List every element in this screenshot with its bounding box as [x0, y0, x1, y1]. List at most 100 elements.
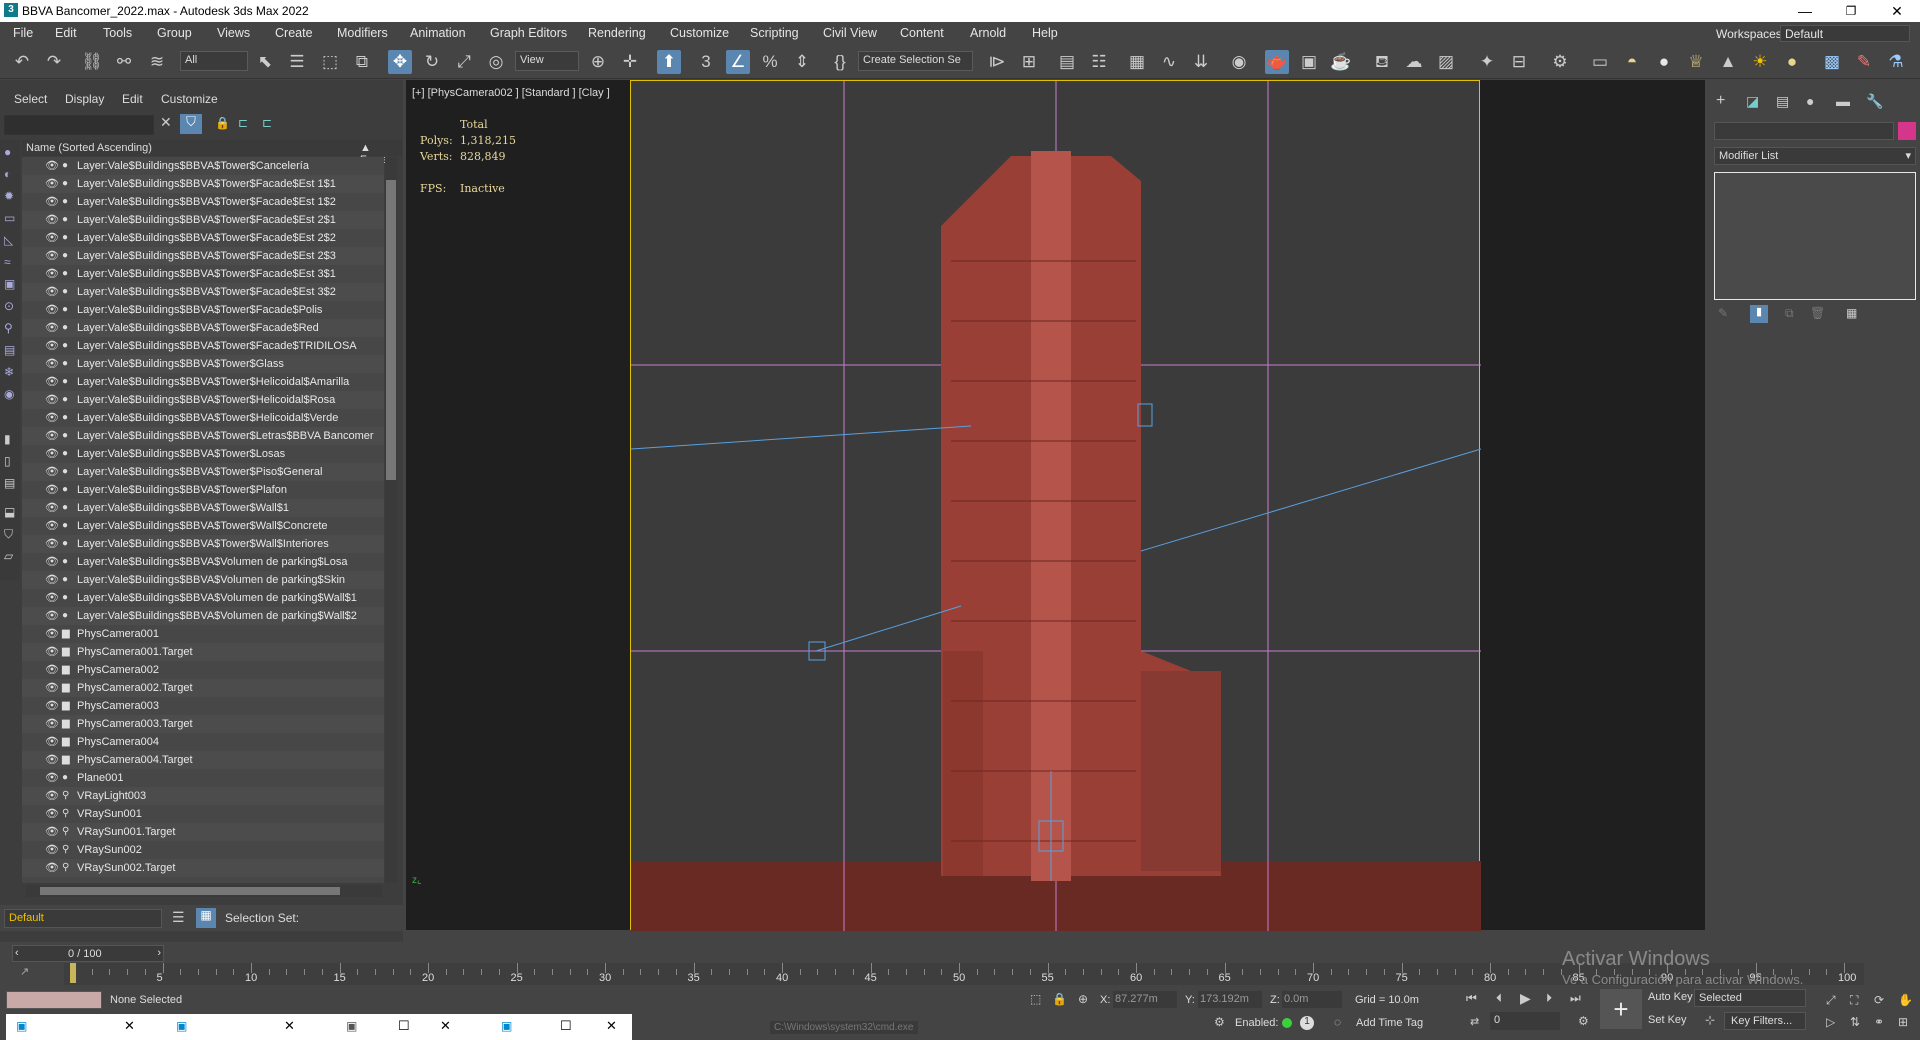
filter-bones-icon[interactable]: ⚲: [4, 321, 13, 335]
set-keys-icon[interactable]: +: [1600, 989, 1642, 1029]
visibility-eye-icon[interactable]: 👁: [45, 393, 59, 406]
list-item[interactable]: 👁 ● Layer:Vale$Buildings$BBVA$Tower$Helico…: [22, 391, 384, 409]
list-item[interactable]: 👁 ● Layer:Vale$Buildings$BBVA$Tower$Losas: [22, 445, 384, 463]
list-item[interactable]: 👁 ● Layer:Vale$Buildings$BBVA$Tower$Cancel…: [22, 157, 384, 175]
visibility-eye-icon[interactable]: 👁: [45, 501, 59, 514]
spinner-snap-icon[interactable]: ⇕: [790, 50, 814, 74]
menu-rendering[interactable]: Rendering: [588, 26, 646, 40]
unlink-icon[interactable]: ⚯: [112, 50, 136, 74]
visibility-eye-icon[interactable]: 👁: [45, 357, 59, 370]
visibility-eye-icon[interactable]: 👁: [45, 447, 59, 460]
select-rotate-icon[interactable]: ↻: [420, 50, 444, 74]
select-by-name-icon[interactable]: ☰: [285, 50, 309, 74]
auto-key-button[interactable]: Auto Key: [1648, 991, 1693, 1003]
set-key-button[interactable]: Set Key: [1648, 1014, 1687, 1026]
key-filter-icon[interactable]: ⊹: [1705, 1013, 1715, 1027]
visibility-eye-icon[interactable]: 👁: [45, 303, 59, 316]
list-item[interactable]: 👁 ● Layer:Vale$Buildings$BBVA$Tower$Facade…: [22, 229, 384, 247]
clear-search-icon[interactable]: ✕: [160, 114, 172, 131]
list-item[interactable]: 👁 ● Layer:Vale$Buildings$BBVA$Tower$Facade…: [22, 175, 384, 193]
x-coord-field[interactable]: 87.277m: [1113, 991, 1177, 1008]
list-item[interactable]: 👁 ● Layer:Vale$Buildings$BBVA$Tower$Facade…: [22, 193, 384, 211]
visibility-eye-icon[interactable]: 👁: [45, 645, 59, 658]
list-item[interactable]: 👁 ● Layer:Vale$Buildings$BBVA$Tower$Facade…: [22, 265, 384, 283]
menu-graph-editors[interactable]: Graph Editors: [490, 26, 567, 40]
visibility-eye-icon[interactable]: 👁: [45, 213, 59, 226]
visibility-eye-icon[interactable]: 👁: [45, 411, 59, 424]
visibility-eye-icon[interactable]: 👁: [45, 609, 59, 622]
key-filters-button[interactable]: Key Filters...: [1724, 1012, 1806, 1030]
time-tag-number[interactable]: 1: [1300, 1016, 1314, 1030]
link-icon[interactable]: ⛓: [80, 50, 104, 74]
tab-edit[interactable]: Edit: [122, 92, 143, 106]
maxscript-listener[interactable]: [6, 991, 102, 1009]
dolly-icon[interactable]: ⇅: [1850, 1015, 1860, 1029]
visibility-eye-icon[interactable]: 👁: [45, 339, 59, 352]
time-configuration-icon[interactable]: ⚙: [1578, 1014, 1589, 1028]
show-end-result-icon[interactable]: ▮: [1750, 305, 1768, 323]
vray-sphere-icon[interactable]: ●: [1652, 50, 1676, 74]
list-item[interactable]: 👁 ▆ PhysCamera002: [22, 661, 384, 679]
menu-arnold[interactable]: Arnold: [970, 26, 1006, 40]
curve-editor-mini-icon[interactable]: ↗: [20, 965, 29, 978]
menu-civil-view[interactable]: Civil View: [823, 26, 877, 40]
minimize-button[interactable]: —: [1782, 0, 1828, 22]
current-layer-dropdown[interactable]: Default: [4, 909, 162, 928]
render-activeshade-icon[interactable]: ⛾: [1370, 50, 1394, 74]
menu-tools[interactable]: Tools: [103, 26, 132, 40]
time-cursor[interactable]: [70, 963, 76, 983]
visibility-eye-icon[interactable]: 👁: [45, 483, 59, 496]
zoom-extents-icon[interactable]: ⤢: [1826, 993, 1836, 1008]
explorer-search-input[interactable]: [4, 115, 154, 135]
remove-modifier-icon[interactable]: 🗑: [1810, 306, 1825, 320]
list-item[interactable]: 👁 ● Layer:Vale$Buildings$BBVA$Volumen de p…: [22, 553, 384, 571]
hierarchy-icon[interactable]: ⊏: [238, 116, 248, 130]
hierarchy-tab-icon[interactable]: ▤: [1776, 93, 1789, 110]
explorer-scroll-thumb[interactable]: [386, 180, 396, 480]
visibility-eye-icon[interactable]: 👁: [45, 249, 59, 262]
rect-selection-icon[interactable]: ⬚: [318, 50, 342, 74]
menu-views[interactable]: Views: [217, 26, 250, 40]
a360-gallery-icon[interactable]: ▨: [1434, 50, 1458, 74]
vray-ies-icon[interactable]: ▲: [1716, 50, 1740, 74]
list-item[interactable]: 👁 ▆ PhysCamera002.Target: [22, 679, 384, 697]
taskbar-3dsmax-icon[interactable]: ▣: [16, 1019, 27, 1033]
tab-customize[interactable]: Customize: [161, 92, 218, 106]
pin-stack-icon[interactable]: ✎: [1718, 306, 1728, 320]
list-item[interactable]: 👁 ● Layer:Vale$Buildings$BBVA$Tower$Helico…: [22, 373, 384, 391]
list-item[interactable]: 👁 ● Layer:Vale$Buildings$BBVA$Tower$Facade…: [22, 337, 384, 355]
visibility-eye-icon[interactable]: 👁: [45, 159, 59, 172]
taskbar-close-icon[interactable]: ✕: [284, 1018, 295, 1034]
filter-frozen-icon[interactable]: ❄: [4, 365, 14, 379]
menu-group[interactable]: Group: [157, 26, 192, 40]
vray-frame-buffer-icon[interactable]: ⊟: [1507, 50, 1531, 74]
visibility-eye-icon[interactable]: 👁: [45, 807, 59, 820]
menu-help[interactable]: Help: [1032, 26, 1058, 40]
menu-modifiers[interactable]: Modifiers: [337, 26, 388, 40]
filter-cameras-icon[interactable]: ▭: [4, 211, 15, 225]
list-item[interactable]: 👁 ▆ PhysCamera004.Target: [22, 751, 384, 769]
pan-icon[interactable]: ✋: [1898, 993, 1913, 1007]
window-crossing-icon[interactable]: ⧉: [350, 50, 374, 74]
visibility-eye-icon[interactable]: 👁: [45, 375, 59, 388]
list-item[interactable]: 👁 ▆ PhysCamera004: [22, 733, 384, 751]
vray-dome-icon[interactable]: ◓: [1620, 50, 1644, 74]
prev-frame-icon[interactable]: ‹: [15, 947, 19, 959]
taskbar-close-icon[interactable]: ✕: [124, 1018, 135, 1034]
taskbar-window-icon[interactable]: ▣: [346, 1019, 357, 1033]
visibility-eye-icon[interactable]: 👁: [45, 195, 59, 208]
schematic-view-icon[interactable]: ⇊: [1189, 50, 1213, 74]
list-item[interactable]: 👁 ▆ PhysCamera003: [22, 697, 384, 715]
percent-snap-icon[interactable]: %: [758, 50, 782, 74]
play-icon[interactable]: ▶: [1520, 990, 1531, 1007]
selection-sets-icon[interactable]: ▦: [196, 908, 216, 928]
filter-icon[interactable]: ⛉: [180, 114, 202, 134]
list-item[interactable]: 👁 ● Layer:Vale$Buildings$BBVA$Tower$Letras…: [22, 427, 384, 445]
taskbar-window-icon[interactable]: ▣: [501, 1019, 512, 1033]
modify-tab-icon[interactable]: ◪: [1746, 93, 1759, 110]
undo-icon[interactable]: ↶: [10, 50, 34, 74]
toggle-scene-explorer-icon[interactable]: ▤: [1055, 50, 1079, 74]
visibility-eye-icon[interactable]: 👁: [45, 753, 59, 766]
list-item[interactable]: 👁 ▆ PhysCamera001: [22, 625, 384, 643]
select-scale-icon[interactable]: ⤢: [452, 50, 476, 74]
